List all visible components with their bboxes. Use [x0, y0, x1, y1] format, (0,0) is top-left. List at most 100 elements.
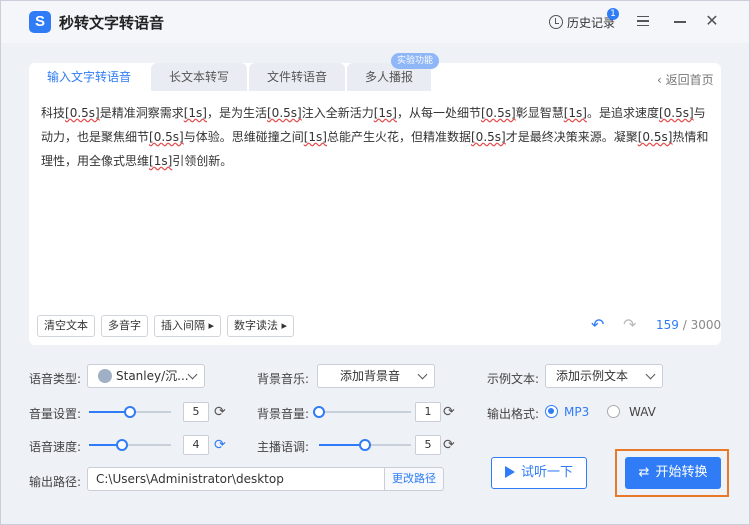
text-segment: 引领创新。: [172, 154, 233, 168]
pause-tag[interactable]: [1s]: [149, 154, 172, 168]
volume-value[interactable]: 5: [183, 402, 209, 422]
output-format-label: 输出格式:: [487, 407, 540, 421]
sample-text-label: 示例文本:: [487, 372, 540, 386]
pause-tag[interactable]: [0.5s]: [659, 106, 694, 120]
format-wav-radio[interactable]: [607, 405, 620, 418]
chevron-down-icon: [645, 369, 656, 380]
volume-slider[interactable]: [89, 406, 171, 418]
clock-icon: [549, 15, 563, 29]
history-button[interactable]: 历史记录: [549, 13, 615, 31]
format-mp3-radio[interactable]: [545, 405, 558, 418]
clear-text-button[interactable]: 清空文本: [37, 315, 95, 337]
app-logo-icon: S: [29, 11, 51, 33]
bgm-label: 背景音乐:: [257, 372, 310, 386]
pitch-slider[interactable]: [319, 439, 411, 451]
format-wav-label: WAV: [629, 405, 656, 419]
char-count-separator: /: [678, 318, 691, 332]
swap-icon: ⇄: [638, 465, 650, 480]
voice-type-value: Stanley/沉...: [116, 369, 189, 383]
pitch-slider-handle[interactable]: [359, 439, 371, 451]
pause-tag[interactable]: [1s]: [564, 106, 587, 120]
chevron-left-icon: ‹: [657, 73, 666, 87]
number-reading-button[interactable]: 数字读法 ▸: [227, 315, 295, 337]
voice-type-label: 语音类型:: [29, 372, 82, 386]
reset-bg-volume-icon[interactable]: ⟳: [443, 405, 457, 419]
editor-toolbar: 清空文本 多音字 插入间隔 ▸ 数字读法 ▸: [37, 315, 300, 337]
preview-button[interactable]: 试听一下: [491, 457, 587, 489]
text-segment: ，从每一处细节: [396, 106, 481, 120]
text-segment: 注入全新活力: [301, 106, 374, 120]
start-convert-label: 开始转换: [655, 465, 708, 480]
redo-icon[interactable]: ↷: [623, 317, 643, 333]
insert-pause-button[interactable]: 插入间隔 ▸: [154, 315, 222, 337]
pause-tag[interactable]: [0.5s]: [638, 130, 673, 144]
pause-tag[interactable]: [0.5s]: [65, 106, 100, 120]
bg-volume-slider-handle[interactable]: [313, 406, 325, 418]
tab-text-to-speech[interactable]: 输入文字转语音: [29, 63, 150, 91]
bg-volume-slider[interactable]: [313, 406, 411, 418]
app-title: 秒转文字转语音: [59, 14, 165, 32]
volume-slider-handle[interactable]: [124, 406, 136, 418]
back-home-label: 返回首页: [665, 73, 714, 87]
back-home-link[interactable]: ‹ 返回首页: [657, 71, 714, 88]
voice-type-select[interactable]: Stanley/沉...: [87, 364, 205, 388]
chevron-down-icon: [187, 369, 198, 380]
pitch-value[interactable]: 5: [415, 435, 441, 455]
char-count-current: 159: [656, 318, 679, 332]
reset-pitch-icon[interactable]: ⟳: [443, 438, 457, 452]
text-segment: 才是最终决策来源。凝聚: [505, 130, 638, 144]
sample-text-value: 添加示例文本: [556, 369, 629, 383]
close-icon[interactable]: ✕: [705, 13, 719, 29]
bgm-select[interactable]: 添加背景音: [317, 364, 435, 388]
text-segment: ，是为生活: [206, 106, 267, 120]
chevron-down-icon: [417, 369, 428, 380]
speed-value[interactable]: 4: [183, 435, 209, 455]
tab-long-text[interactable]: 长文本转写: [151, 63, 248, 91]
experimental-badge: 实验功能: [391, 53, 440, 69]
text-segment: 。是追求速度: [586, 106, 659, 120]
char-count-max: 3000: [690, 318, 722, 332]
text-segment: 总能产生火花，但精准数据: [326, 130, 471, 144]
sample-text-select[interactable]: 添加示例文本: [545, 364, 663, 388]
speed-slider-handle[interactable]: [115, 439, 128, 451]
text-segment: 科技: [41, 106, 66, 120]
bg-volume-label: 背景音量:: [257, 407, 310, 421]
change-path-button[interactable]: 更改路径: [384, 467, 444, 491]
text-segment: 与体验。思维碰撞之间: [183, 130, 304, 144]
output-path-label: 输出路径:: [29, 475, 82, 489]
polyphone-button[interactable]: 多音字: [101, 315, 148, 337]
volume-label: 音量设置:: [29, 407, 82, 421]
undo-icon[interactable]: ↶: [591, 317, 611, 333]
pause-tag[interactable]: [0.5s]: [471, 130, 506, 144]
char-count: 159 / 3000: [656, 318, 721, 332]
bg-volume-value[interactable]: 1: [415, 402, 441, 422]
preview-label: 试听一下: [520, 465, 573, 480]
pause-tag[interactable]: [0.5s]: [267, 106, 302, 120]
pause-tag[interactable]: [1s]: [304, 130, 327, 144]
speed-label: 语音速度:: [29, 440, 82, 454]
pause-tag[interactable]: [0.5s]: [481, 106, 516, 120]
text-editor[interactable]: 科技[0.5s]是精准洞察需求[1s]，是为生活[0.5s]注入全新活力[1s]…: [41, 101, 709, 221]
pause-tag[interactable]: [0.5s]: [149, 130, 184, 144]
pause-tag[interactable]: [1s]: [184, 106, 207, 120]
minimize-icon[interactable]: [674, 21, 686, 23]
history-count-badge: 1: [607, 8, 619, 20]
app-window: S 秒转文字转语音 历史记录 1 ✕ 输入文字转语音 长文本转写 文件转语音 多…: [0, 0, 750, 525]
tab-file-to-speech[interactable]: 文件转语音: [249, 63, 346, 91]
reset-speed-icon[interactable]: ⟳: [214, 438, 228, 452]
play-icon: [504, 465, 515, 478]
output-path-input[interactable]: C:\Users\Administrator\desktop: [87, 467, 385, 491]
pitch-label: 主播语调:: [257, 440, 310, 454]
bgm-value: 添加背景音: [340, 369, 401, 383]
avatar: [98, 368, 112, 383]
text-segment: 是精准洞察需求: [99, 106, 184, 120]
start-convert-button[interactable]: ⇄ 开始转换: [625, 457, 721, 489]
menu-icon[interactable]: [637, 16, 649, 26]
speed-slider[interactable]: [89, 439, 171, 451]
title-bar: S 秒转文字转语音 历史记录 1 ✕: [1, 1, 749, 43]
pause-tag[interactable]: [1s]: [374, 106, 397, 120]
tab-bar: 输入文字转语音 长文本转写 文件转语音 多人播报: [29, 63, 433, 91]
text-segment: 彰显智慧: [515, 106, 564, 120]
format-mp3-label: MP3: [564, 405, 590, 419]
reset-volume-icon[interactable]: ⟳: [214, 405, 228, 419]
